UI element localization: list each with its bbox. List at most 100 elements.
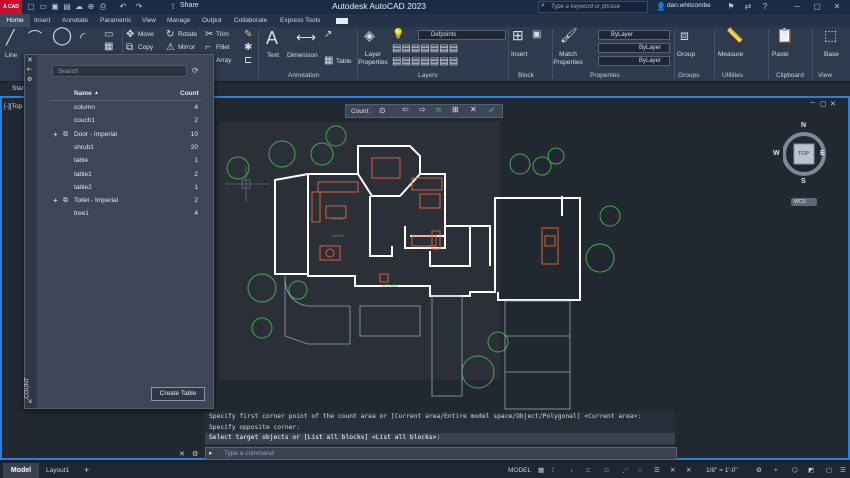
match-properties-button[interactable]: Match Properties <box>553 51 583 67</box>
count-row[interactable]: + ⧉ Toilet - Imperial 2 <box>50 194 202 207</box>
count-row[interactable]: table 1 <box>50 154 202 167</box>
layer-properties-icon[interactable]: ◈ <box>364 28 375 42</box>
tab-model[interactable]: Model <box>3 463 39 478</box>
line-icon[interactable]: ╱ <box>6 30 14 44</box>
infer-constraints-icon[interactable]: ↓ <box>570 465 573 476</box>
add-layout-button[interactable]: + <box>84 465 89 476</box>
print-icon[interactable]: ⎙ <box>98 1 108 13</box>
palette-properties-icon[interactable]: ⚙ <box>27 76 32 83</box>
linetype-dropdown[interactable]: ByLayer <box>598 43 670 53</box>
viewcube[interactable]: N S W E TOP <box>773 122 829 186</box>
count-confirm-icon[interactable]: ✔ <box>488 105 496 116</box>
lineweight-icon[interactable]: ☰ <box>654 465 660 476</box>
base-icon[interactable]: ⬚ <box>824 28 837 42</box>
viewcube-top-face[interactable]: TOP <box>798 151 809 157</box>
move-button[interactable]: Move <box>138 31 154 38</box>
explode-icon[interactable]: ✱ <box>244 42 252 54</box>
insert-block-icon[interactable]: ⊞ <box>512 28 524 42</box>
circle-icon[interactable]: ◯ <box>52 26 72 44</box>
properties-panel-title[interactable]: Properties <box>590 72 620 79</box>
palette-autohide-icon[interactable]: ⇤ <box>27 66 32 73</box>
annotation-panel-title[interactable]: Annotation <box>288 72 319 79</box>
annotation-scale-icon[interactable]: ✕ <box>686 465 691 476</box>
measure-icon[interactable]: 📏 <box>726 28 743 42</box>
palette-close-icon[interactable]: ✕ <box>27 56 33 64</box>
dimension-icon[interactable]: ⟷ <box>296 30 316 44</box>
close-icon[interactable]: ✕ <box>830 1 844 13</box>
column-header-name[interactable]: Name <box>74 90 92 97</box>
help-icon[interactable]: ? <box>760 1 770 13</box>
expand-icon[interactable]: + <box>53 128 58 141</box>
match-properties-icon[interactable]: 🖌 <box>560 28 578 42</box>
array-button[interactable]: Array <box>216 57 232 64</box>
group-icon[interactable]: ⧈ <box>680 28 689 42</box>
mirror-icon[interactable]: ⚠ <box>166 42 175 54</box>
paste-button[interactable]: Paste <box>772 51 789 58</box>
mirror-button[interactable]: Mirror <box>178 44 195 51</box>
utilities-panel-title[interactable]: Utilities <box>722 72 743 79</box>
tab-express-tools[interactable]: Express Tools <box>280 14 320 27</box>
rotate-button[interactable]: Rotate <box>178 31 197 38</box>
cmd-settings-icon[interactable]: ⚙ <box>192 450 198 458</box>
file-tab-start[interactable]: Star <box>12 85 24 92</box>
groups-panel-title[interactable]: Groups <box>678 72 699 79</box>
rotate-icon[interactable]: ↻ <box>166 29 174 41</box>
table-button[interactable]: Table <box>336 58 352 65</box>
palette-resize-icon[interactable]: ⇲ <box>27 398 32 405</box>
isolate-objects-icon[interactable]: ⬡ <box>792 465 798 476</box>
lineweight-dropdown[interactable]: ByLayer <box>598 56 670 66</box>
paste-icon[interactable]: 📋 <box>776 28 793 42</box>
tab-insert[interactable]: Insert <box>34 14 50 27</box>
object-snap-icon[interactable]: □ <box>638 465 642 476</box>
tab-collaborate[interactable]: Collaborate <box>234 14 267 27</box>
copy-icon[interactable]: ⧉ <box>126 42 133 54</box>
user-name[interactable]: dan.whitcombe <box>667 2 711 9</box>
arc-icon[interactable]: ◜ <box>80 30 85 44</box>
compass-east[interactable]: E <box>820 150 825 157</box>
fillet-button[interactable]: Fillet <box>216 44 230 51</box>
color-dropdown[interactable]: ByLayer <box>598 30 670 40</box>
clipboard-panel-title[interactable]: Clipboard <box>776 72 804 79</box>
ortho-icon[interactable]: ⊏ <box>586 465 591 476</box>
offset-icon[interactable]: ⊏ <box>244 55 252 67</box>
snap-icon[interactable]: ⁞ <box>552 465 554 476</box>
wcs-menu[interactable]: WCS <box>791 198 817 206</box>
leader-icon[interactable]: ↗ <box>324 29 332 41</box>
fillet-icon[interactable]: ⌐ <box>205 42 211 54</box>
count-row[interactable]: + ⧉ Door - Imperial 10 <box>50 128 202 141</box>
tab-manage[interactable]: Manage <box>167 14 191 27</box>
measure-button[interactable]: Measure <box>718 51 743 58</box>
layer-bulb-icon[interactable]: 💡 <box>392 29 404 41</box>
minimize-icon[interactable]: ─ <box>790 1 804 13</box>
ribbon-toggle-icon[interactable] <box>336 18 348 24</box>
plus-icon[interactable]: + <box>774 465 778 476</box>
count-zoom-icon[interactable]: ⧈ <box>436 105 441 115</box>
layer-dropdown[interactable]: Defpoints <box>418 30 506 40</box>
count-row[interactable]: tree1 4 <box>50 207 202 220</box>
move-icon[interactable]: ✥ <box>126 29 134 41</box>
arrows-icon[interactable]: ⇄ <box>742 1 754 13</box>
save-icon[interactable]: ▣ <box>50 1 60 13</box>
layer-tool-icon[interactable]: ▤▤▤▤▤▤▤ <box>392 43 458 55</box>
erase-icon[interactable]: ✎ <box>244 29 252 41</box>
hatch-icon[interactable]: ▦ <box>104 41 113 53</box>
annotation-visibility-icon[interactable]: ✕ <box>670 465 675 476</box>
compass-south[interactable]: S <box>801 178 806 185</box>
count-row[interactable]: column 4 <box>50 101 202 114</box>
customize-icon[interactable]: ☰ <box>840 465 846 476</box>
count-insert-icon[interactable]: ⊞ <box>452 105 459 114</box>
share-button[interactable]: Share <box>180 2 199 9</box>
insert-button[interactable]: Insert <box>511 51 527 58</box>
count-close-icon[interactable]: ✕ <box>470 105 477 114</box>
settings-icon[interactable]: ⚙ <box>756 465 762 476</box>
table-icon[interactable]: ▦ <box>324 55 333 67</box>
count-row[interactable]: table2 1 <box>50 181 202 194</box>
compass-north[interactable]: N <box>801 122 806 129</box>
compass-west[interactable]: W <box>773 150 780 157</box>
tab-output[interactable]: Output <box>202 14 222 27</box>
base-button[interactable]: Base <box>824 51 839 58</box>
count-target-icon[interactable]: ⊙ <box>379 106 386 115</box>
count-row[interactable]: table1 2 <box>50 168 202 181</box>
scale-dropdown[interactable]: 1/8" = 1'-0" <box>706 465 738 476</box>
cloud-icon[interactable]: ☁ <box>74 1 84 13</box>
